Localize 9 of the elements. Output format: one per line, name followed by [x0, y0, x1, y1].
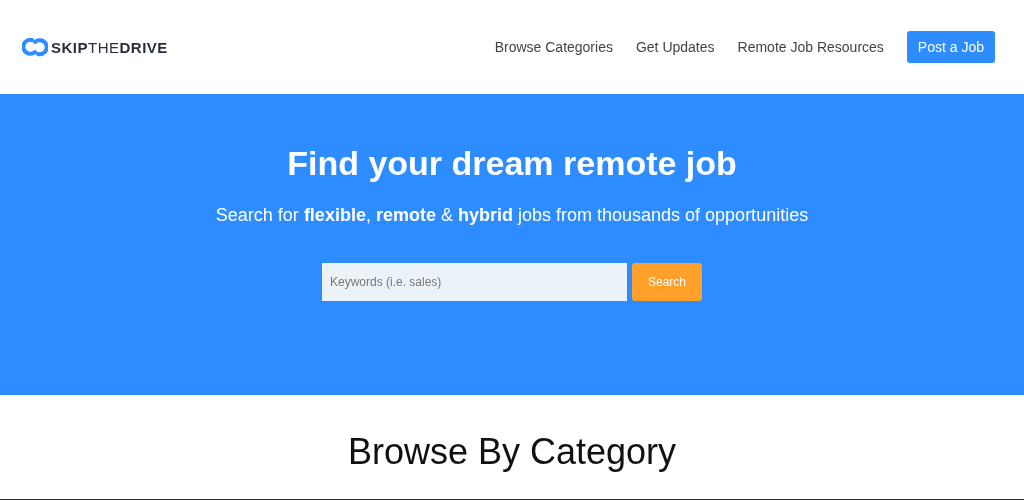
hero-subtitle: Search for flexible, remote & hybrid jobs from thousands of opportunities — [215, 205, 809, 226]
logo-icon — [22, 36, 48, 58]
logo-text[interactable]: SKIPTHEDRIVE — [51, 38, 168, 56]
section-title: Browse By Category — [347, 431, 677, 473]
hero-title: Find your dream remote job — [287, 144, 737, 183]
search-field[interactable]: Keywords (i.e. sales) — [322, 263, 627, 301]
nav-link[interactable]: Browse Categories — [494, 39, 613, 55]
nav-link[interactable]: Remote Job Resources — [737, 39, 884, 55]
nav-link[interactable]: Get Updates — [635, 39, 715, 55]
